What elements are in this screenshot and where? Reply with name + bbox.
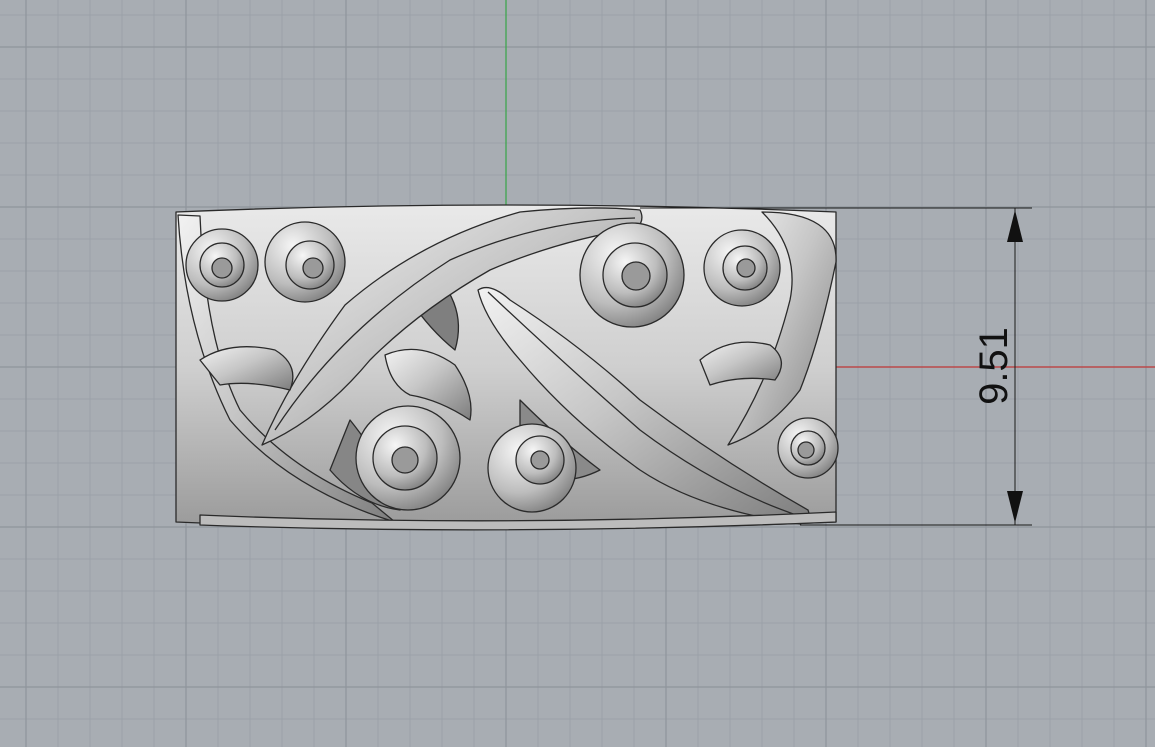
scroll-top-left (185, 228, 259, 302)
viewport-scene[interactable]: 9.51 (0, 0, 1155, 747)
rhino-viewport[interactable]: 9.51 (0, 0, 1155, 747)
scroll-top-center-right (579, 222, 685, 328)
scroll-bottom-right (777, 417, 839, 479)
dimension-arrow-down (1007, 491, 1023, 523)
ring-model[interactable] (175, 204, 839, 531)
scroll-top-left-2 (264, 221, 346, 303)
dimension-value: 9.51 (972, 327, 1016, 405)
dimension-arrow-up (1007, 210, 1023, 242)
scroll-bottom-center (487, 423, 577, 513)
scroll-bottom-center-left (355, 405, 461, 511)
scroll-top-right (703, 229, 781, 307)
